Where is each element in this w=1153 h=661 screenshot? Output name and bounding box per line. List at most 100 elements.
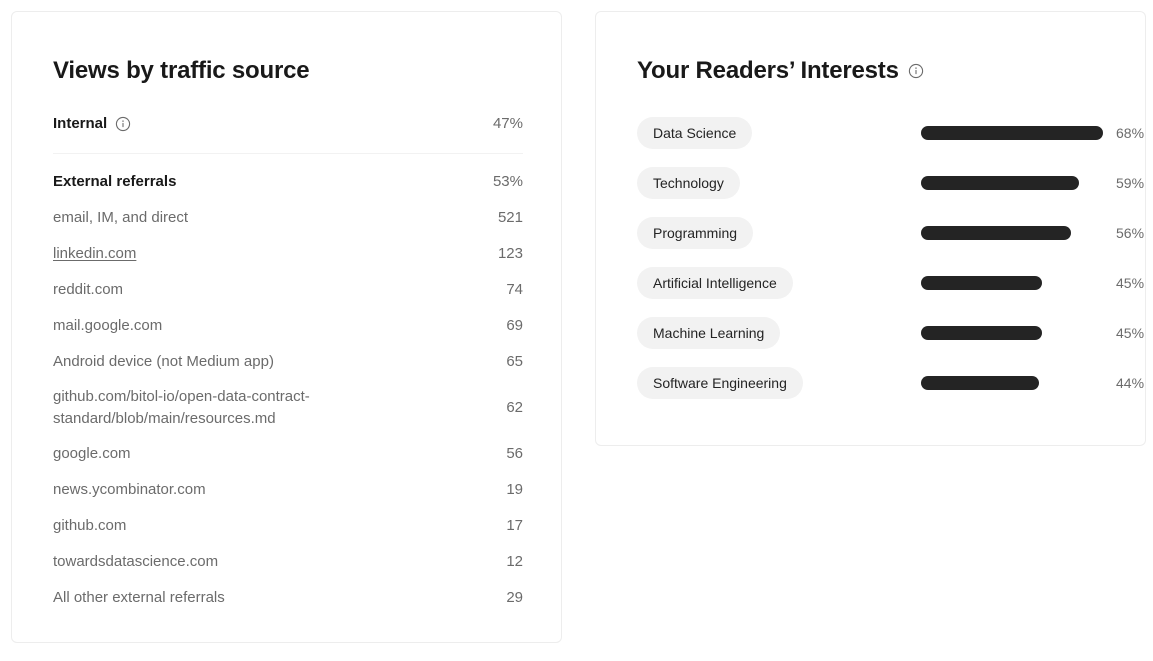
traffic-row: news.ycombinator.com 19 (53, 472, 523, 508)
interest-row: Software Engineering 44% (637, 358, 1144, 408)
traffic-source-label: towardsdatascience.com (53, 553, 219, 570)
traffic-row-internal: Internal 47% (53, 107, 523, 145)
interest-tag[interactable]: Programming (637, 217, 754, 249)
interests-title-row: Your Readers’ Interests (637, 57, 924, 85)
interest-bar-area: 59% (921, 173, 1144, 193)
traffic-source-label: Android device (not Medium app) (53, 353, 274, 370)
interest-tag[interactable]: Machine Learning (637, 317, 781, 349)
traffic-source-value: 123 (497, 245, 523, 262)
traffic-row: email, IM, and direct 521 (53, 200, 523, 236)
interest-bar-track (921, 276, 1103, 290)
traffic-row: linkedin.com 123 (53, 236, 523, 272)
interest-tag[interactable]: Data Science (637, 117, 753, 149)
interest-bar-fill (921, 326, 1042, 340)
traffic-row-label-group: github.com (53, 515, 126, 537)
traffic-card-title: Views by traffic source (53, 57, 310, 84)
interest-row: Programming 56% (637, 208, 1144, 258)
traffic-row-label-group: reddit.com (53, 279, 123, 301)
traffic-row: towardsdatascience.com 12 (53, 544, 523, 580)
info-circle-icon[interactable] (908, 63, 924, 79)
interest-bar-percent: 45% (1116, 275, 1145, 291)
traffic-source-label: reddit.com (53, 281, 124, 298)
traffic-row-label-group: mail.google.com (53, 315, 162, 337)
section-divider (53, 153, 523, 154)
interest-bar-track (921, 226, 1103, 240)
interest-tag[interactable]: Artificial Intelligence (637, 267, 793, 299)
traffic-row-external-referrals: External referrals 53% (53, 164, 523, 200)
traffic-row: mail.google.com 69 (53, 308, 523, 344)
interest-bar-fill (921, 226, 1072, 240)
external-referrals-value: 53% (492, 173, 523, 190)
traffic-source-value: 62 (506, 399, 523, 416)
readers-interests-card: Your Readers’ Interests Data Science 68% T… (595, 11, 1146, 446)
traffic-source-value: 521 (497, 209, 523, 226)
interest-bar-fill (921, 176, 1080, 190)
interest-bar-fill (921, 126, 1104, 140)
info-circle-icon[interactable] (115, 116, 131, 132)
traffic-source-value: 69 (506, 317, 523, 334)
traffic-row-label-group: email, IM, and direct (53, 207, 188, 229)
internal-label-group: Internal (53, 113, 131, 135)
traffic-row: reddit.com 74 (53, 272, 523, 308)
external-referrals-label: External referrals (53, 173, 177, 190)
interest-row: Technology 59% (637, 158, 1144, 208)
traffic-source-label: mail.google.com (53, 317, 163, 334)
interest-bar-track (921, 326, 1103, 340)
traffic-row: github.com 17 (53, 508, 523, 544)
traffic-source-value: 12 (506, 553, 523, 570)
interest-bar-track (921, 176, 1103, 190)
referral-rows: email, IM, and direct 521 linkedin.com 123 r… (53, 200, 523, 616)
interest-bar-area: 45% (921, 273, 1144, 293)
traffic-row: github.com/bitol-io/open-data-contract-s… (53, 380, 523, 436)
traffic-source-label: All other external referrals (53, 589, 225, 606)
traffic-row-label-group: linkedin.com (53, 243, 136, 265)
interest-row: Artificial Intelligence 45% (637, 258, 1144, 308)
traffic-row: google.com 56 (53, 436, 523, 472)
interest-bar-track (921, 376, 1103, 390)
interest-bar-area: 56% (921, 223, 1144, 243)
interests-bar-chart: Data Science 68% Technology 59% Programming 5… (637, 108, 1144, 408)
interest-bar-percent: 56% (1116, 225, 1145, 241)
stats-dashboard: Views by traffic source Internal 47% Ext… (0, 0, 1153, 661)
traffic-row: Android device (not Medium app) 65 (53, 344, 523, 380)
traffic-source-link[interactable]: linkedin.com (53, 243, 136, 265)
interests-card-title: Your Readers’ Interests (637, 57, 899, 84)
traffic-source-value: 74 (506, 281, 523, 298)
interest-bar-fill (921, 376, 1039, 390)
traffic-source-value: 29 (506, 589, 523, 606)
traffic-row-label-group: Android device (not Medium app) (53, 351, 274, 373)
traffic-source-label: news.ycombinator.com (53, 481, 206, 498)
interest-row: Data Science 68% (637, 108, 1144, 158)
traffic-source-value: 19 (506, 481, 523, 498)
internal-value: 47% (492, 115, 523, 132)
traffic-source-label: email, IM, and direct (53, 209, 189, 226)
views-by-traffic-source-card: Views by traffic source Internal 47% Ext… (11, 11, 562, 643)
interest-bar-area: 68% (921, 123, 1144, 143)
traffic-row-label-group: news.ycombinator.com (53, 479, 206, 501)
interest-bar-percent: 45% (1116, 325, 1145, 341)
interest-row: Machine Learning 45% (637, 308, 1144, 358)
traffic-source-label: github.com (53, 517, 127, 534)
interest-bar-percent: 59% (1116, 175, 1145, 191)
traffic-row: All other external referrals 29 (53, 580, 523, 616)
interest-bar-fill (921, 276, 1042, 290)
interest-bar-area: 45% (921, 323, 1144, 343)
traffic-row-label-group: github.com/bitol-io/open-data-contract-s… (53, 386, 383, 430)
interest-bar-percent: 68% (1116, 125, 1145, 141)
traffic-source-label: google.com (53, 445, 131, 462)
interest-tag[interactable]: Software Engineering (637, 367, 803, 399)
traffic-source-list: Internal 47% External referrals 53% emai… (53, 107, 523, 616)
traffic-source-value: 17 (506, 517, 523, 534)
interest-tag[interactable]: Technology (637, 167, 740, 199)
traffic-row-label-group: towardsdatascience.com (53, 551, 218, 573)
internal-label: Internal (53, 115, 108, 132)
traffic-source-label: github.com/bitol-io/open-data-contract-s… (53, 388, 310, 427)
interest-bar-track (921, 126, 1104, 140)
interest-bar-percent: 44% (1116, 375, 1145, 391)
interest-bar-area: 44% (921, 373, 1144, 393)
traffic-source-value: 65 (506, 353, 523, 370)
traffic-row-label-group: All other external referrals (53, 587, 225, 609)
traffic-row-label-group: google.com (53, 443, 131, 465)
traffic-source-value: 56 (506, 445, 523, 462)
external-label-group: External referrals (53, 171, 176, 193)
